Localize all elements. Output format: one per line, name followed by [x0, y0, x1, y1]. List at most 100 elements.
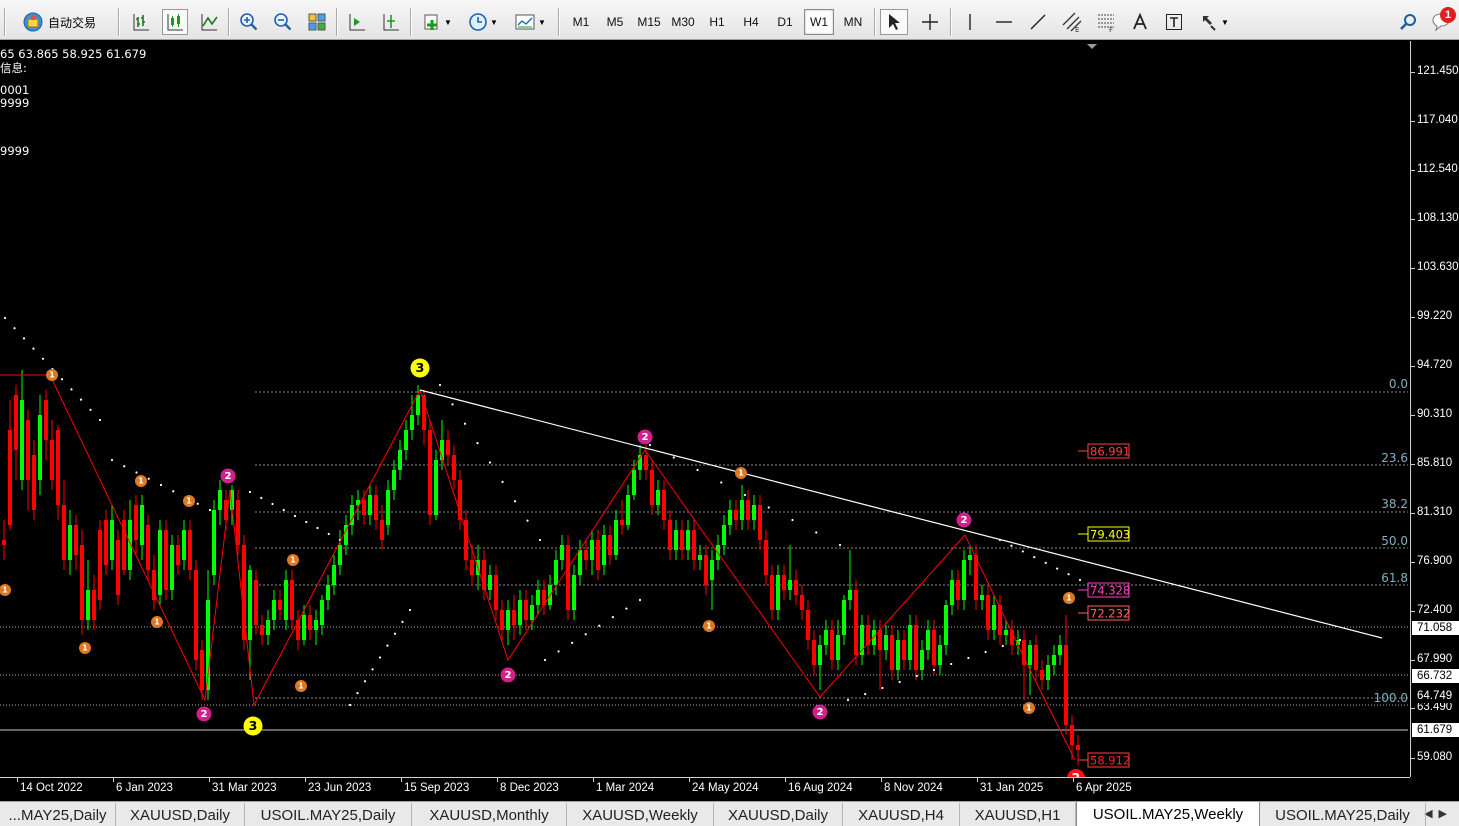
candle-body: [1034, 645, 1038, 670]
level-value: 79.403: [1090, 528, 1130, 542]
zoom-out-button[interactable]: [270, 9, 296, 35]
cursor-button[interactable]: [880, 9, 908, 35]
candle: [596, 530, 600, 580]
candle-body: [614, 520, 618, 555]
timeframe-d1-button[interactable]: D1: [770, 9, 800, 35]
timeframe-w1-button[interactable]: W1: [804, 9, 834, 35]
candle: [344, 515, 348, 555]
candle: [842, 595, 846, 645]
timeframe-m1-button[interactable]: M1: [566, 9, 596, 35]
chart-tab[interactable]: USOIL.MAY25,Weekly: [1076, 802, 1260, 826]
search-button[interactable]: [1396, 9, 1420, 35]
arrows-icon: [1203, 16, 1216, 31]
candle: [494, 565, 498, 620]
text-button[interactable]: [1126, 9, 1154, 35]
candle: [566, 535, 570, 620]
wave-1-marker: 1: [1063, 592, 1075, 604]
periods-button[interactable]: ▼: [464, 9, 502, 35]
trendline-button[interactable]: [1024, 9, 1052, 35]
price-tick-label: 121.450: [1417, 65, 1459, 77]
info-line: 信息:: [0, 61, 27, 75]
timeframe-mn-button[interactable]: MN: [838, 9, 868, 35]
templates-button[interactable]: ▼: [510, 9, 550, 35]
candle-body: [986, 595, 990, 630]
channel-button[interactable]: E: [1058, 9, 1086, 35]
arrows-button[interactable]: ▼: [1194, 9, 1234, 35]
auto-scroll-button[interactable]: [344, 9, 370, 35]
price-axis[interactable]: 121.450 117.040 112.540 108.130 103.630 99.22…: [1410, 41, 1459, 777]
candle-body: [158, 530, 162, 595]
candle-body: [284, 580, 288, 620]
candle-body: [566, 545, 570, 610]
candle-body: [764, 540, 768, 575]
sar-dot: [625, 607, 628, 610]
candle: [488, 565, 492, 600]
candle: [614, 510, 618, 560]
price-chart[interactable]: 0.0 23.6 38.2 50.0 61.8 100.0 86.991 79.403 74.…: [0, 41, 1459, 801]
candle-body: [488, 575, 492, 590]
auto-trade-button[interactable]: 自动交易: [20, 9, 112, 35]
chart-shift-button[interactable]: [378, 9, 404, 35]
candle-body: [530, 605, 534, 620]
notifications-button[interactable]: 1: [1428, 7, 1456, 35]
wave-2-marker: 2: [196, 706, 212, 722]
candle: [788, 545, 792, 600]
sar-dot: [488, 461, 492, 464]
chart-tab[interactable]: XAUUSD,Daily: [116, 803, 245, 826]
candle-body: [650, 470, 654, 505]
date-axis[interactable]: 14 Oct 2022 6 Jan 2023 31 Mar 2023 23 Jun 2…: [0, 777, 1410, 801]
chart-tab[interactable]: XAUUSD,Daily: [714, 803, 843, 826]
bar-chart-button[interactable]: [128, 9, 154, 35]
chart-tab[interactable]: XAUUSD,H4: [843, 803, 960, 826]
fibonacci-button[interactable]: F: [1092, 9, 1120, 35]
timeframe-m5-button[interactable]: M5: [600, 9, 630, 35]
candle-body: [800, 595, 804, 610]
sar-dot: [70, 388, 73, 391]
chart-tab[interactable]: USOIL.MAY25,Daily: [1260, 803, 1426, 826]
candlestick-button[interactable]: [162, 9, 188, 35]
vertical-line-button[interactable]: [956, 9, 984, 35]
candle-body: [950, 580, 954, 605]
tile-windows-button[interactable]: [304, 9, 330, 35]
candle-body: [590, 540, 594, 560]
level-value: 72.232: [1090, 607, 1130, 621]
candle-body: [404, 430, 408, 450]
wave-1-marker: 1: [287, 554, 299, 566]
wave-number: 1: [138, 476, 144, 486]
date-tick-label: 1 Mar 2024: [596, 782, 655, 794]
candle-body: [908, 625, 912, 660]
timeframe-h4-button[interactable]: H4: [736, 9, 766, 35]
text-label-button[interactable]: [1160, 9, 1188, 35]
candle-body: [1052, 655, 1056, 665]
level-labels: 86.991 79.403 74.328 72.232 58.912: [1078, 443, 1130, 768]
timeframe-m30-button[interactable]: M30: [668, 9, 698, 35]
fib-level-label: 23.6: [1381, 451, 1408, 465]
resistance-trendline: [419, 389, 1383, 639]
chart-tab[interactable]: USOIL.MAY25,Daily: [245, 803, 412, 826]
wave-2-marker: 2: [220, 468, 236, 484]
chart-tab[interactable]: XAUUSD,Weekly: [567, 803, 714, 826]
sar-dot: [22, 337, 26, 340]
candle-body: [92, 590, 96, 620]
timeframe-m15-button[interactable]: M15: [634, 9, 664, 35]
date-tick-line: [209, 778, 210, 782]
chart-tab[interactable]: XAUUSD,Monthly: [412, 803, 567, 826]
candle: [548, 575, 552, 610]
price-tick-line: [1411, 464, 1415, 465]
indicators-button[interactable]: ▼: [418, 9, 456, 35]
line-chart-button[interactable]: [196, 9, 222, 35]
candle-body: [848, 590, 852, 600]
candle: [998, 595, 1002, 645]
chart-tab[interactable]: XAUUSD,H1: [960, 803, 1076, 826]
horizontal-line-button[interactable]: [990, 9, 1018, 35]
timeframe-h1-button[interactable]: H1: [702, 9, 732, 35]
candle-body: [1058, 645, 1062, 655]
tab-scroll-arrows[interactable]: ◀▶: [1424, 807, 1453, 820]
candle: [506, 600, 510, 645]
chart-tab[interactable]: ...MAY25,Daily: [0, 803, 116, 826]
zoom-in-button[interactable]: [236, 9, 262, 35]
crosshair-button[interactable]: [916, 9, 944, 35]
sar-dot: [915, 674, 918, 678]
sar-dot: [898, 680, 901, 684]
candle-body: [656, 490, 660, 505]
